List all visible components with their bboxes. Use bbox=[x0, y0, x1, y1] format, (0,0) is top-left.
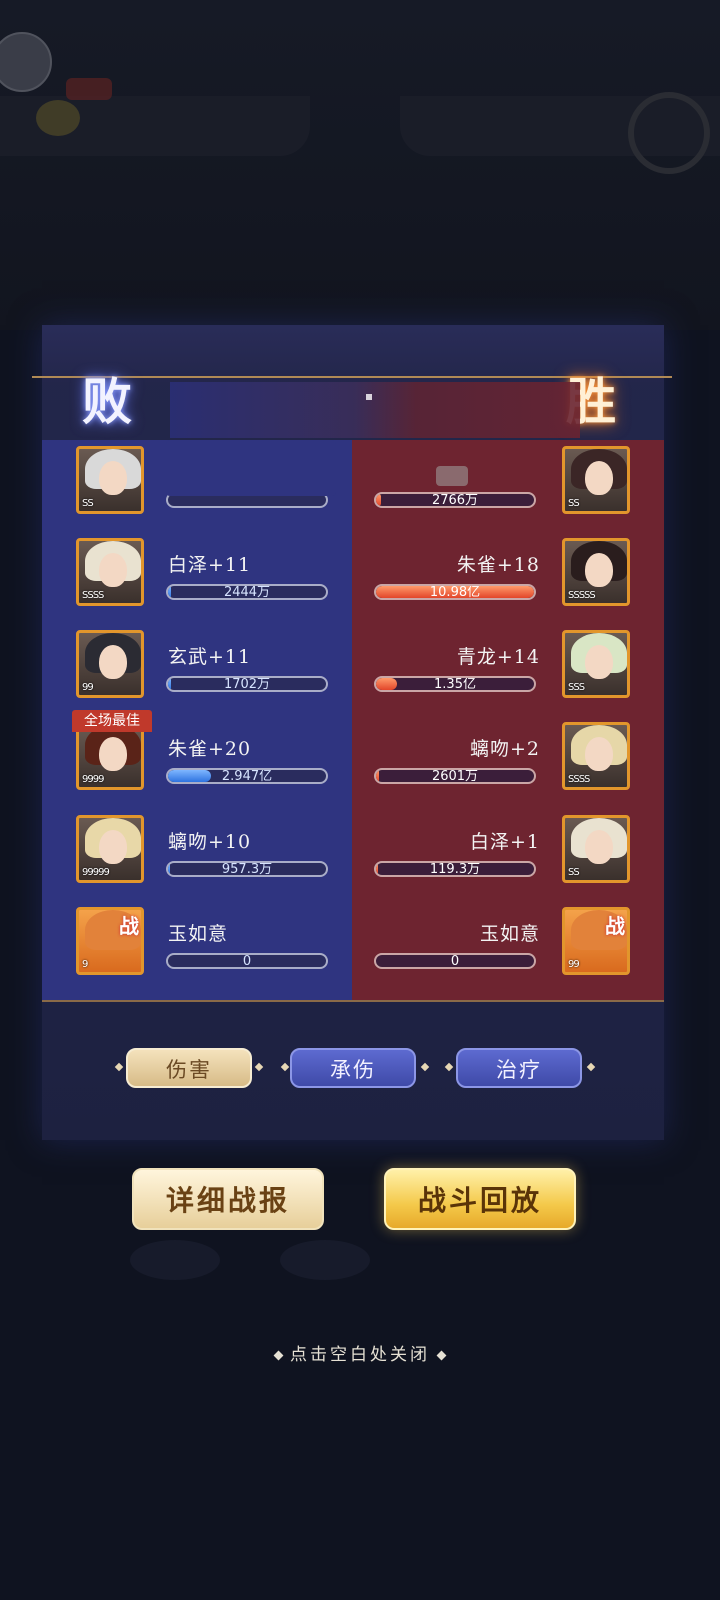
right-hero-name: 螭吻+2 bbox=[469, 738, 540, 760]
star-rank: SS bbox=[568, 867, 580, 878]
battle-item-badge: 战 bbox=[605, 914, 625, 938]
hero-face bbox=[585, 737, 613, 771]
right-damage-value: 0 bbox=[450, 954, 460, 969]
hero-face bbox=[99, 830, 127, 864]
right-damage-bar: 2766万 bbox=[374, 492, 536, 508]
left-hero-portrait[interactable]: 9999 bbox=[76, 722, 144, 790]
left-damage-value: 957.3万 bbox=[221, 862, 273, 877]
star-rank: 99 bbox=[82, 682, 94, 693]
hero-face bbox=[99, 645, 127, 679]
right-hero-name: 朱雀+18 bbox=[456, 554, 540, 576]
right-hero-portrait[interactable]: SSS bbox=[562, 630, 630, 698]
left-hero-name: 玄武+11 bbox=[168, 646, 252, 668]
right-hero-portrait[interactable]: SS bbox=[562, 815, 630, 883]
right-damage-value: 10.98亿 bbox=[429, 585, 481, 600]
star-rank: SS bbox=[82, 498, 94, 509]
mvp-badge: 全场最佳 bbox=[72, 710, 152, 732]
hero-face bbox=[585, 461, 613, 495]
right-hero-portrait[interactable]: SSSS bbox=[562, 722, 630, 790]
detailed-report-button[interactable]: 详细战报 bbox=[132, 1168, 324, 1230]
hero-face bbox=[99, 553, 127, 587]
left-hero-name: 玉如意 bbox=[168, 923, 229, 945]
left-damage-bar: 0 bbox=[166, 953, 328, 969]
star-rank: SS bbox=[568, 498, 580, 509]
tab-damage[interactable]: 伤害 bbox=[126, 1048, 252, 1088]
left-hero-portrait[interactable]: 99 bbox=[76, 630, 144, 698]
hero-face bbox=[585, 830, 613, 864]
right-hero-name: 青龙+14 bbox=[456, 646, 540, 668]
left-damage-bar: 2444万 bbox=[166, 584, 328, 600]
star-rank: 9 bbox=[82, 959, 88, 970]
right-damage-value: 2601万 bbox=[431, 769, 479, 784]
right-damage-bar: 0 bbox=[374, 953, 536, 969]
left-hero-portrait[interactable]: 99999 bbox=[76, 815, 144, 883]
tab-healing[interactable]: 治疗 bbox=[456, 1048, 582, 1088]
right-damage-bar: 1.35亿 bbox=[374, 676, 536, 692]
hero-face bbox=[585, 553, 613, 587]
left-damage-value: 2.947亿 bbox=[221, 769, 273, 784]
star-rank: SSSS bbox=[568, 774, 590, 785]
left-damage-bar: 1702万 bbox=[166, 676, 328, 692]
left-hero-name: 白泽+11 bbox=[168, 554, 252, 576]
background-badge bbox=[36, 100, 80, 136]
diamond-icon bbox=[273, 1350, 284, 1361]
right-damage-bar: 10.98亿 bbox=[374, 584, 536, 600]
censor-block bbox=[436, 466, 468, 486]
background-tag bbox=[66, 78, 112, 100]
panel-bottom-divider bbox=[42, 1000, 664, 1002]
close-hint[interactable]: 点击空白处关闭 bbox=[0, 1340, 720, 1365]
star-rank: SSSS bbox=[82, 590, 104, 601]
right-hero-portrait[interactable]: SS bbox=[562, 446, 630, 514]
background-shape bbox=[130, 1240, 220, 1280]
left-hero-portrait[interactable]: SS bbox=[76, 446, 144, 514]
star-rank: SSS bbox=[568, 682, 585, 693]
player-names-censored bbox=[170, 382, 580, 438]
background-shape bbox=[280, 1240, 370, 1280]
left-damage-value: 1702万 bbox=[223, 677, 271, 692]
hero-face bbox=[99, 737, 127, 771]
battle-item-badge: 战 bbox=[119, 914, 139, 938]
right-damage-value: 119.3万 bbox=[429, 862, 481, 877]
hero-face bbox=[585, 645, 613, 679]
star-rank: 99 bbox=[568, 959, 580, 970]
left-damage-bar: 2.947亿 bbox=[166, 768, 328, 784]
close-hint-text: 点击空白处关闭 bbox=[290, 1345, 430, 1365]
tab-damage-taken[interactable]: 承伤 bbox=[290, 1048, 416, 1088]
right-damage-value: 2766万 bbox=[431, 493, 479, 508]
left-hero-name: 螭吻+10 bbox=[168, 831, 252, 853]
right-hero-name: 白泽+1 bbox=[469, 831, 540, 853]
background-scene bbox=[0, 0, 720, 330]
left-hero-name: 朱雀+20 bbox=[168, 738, 252, 760]
defeat-label: 败 bbox=[82, 372, 132, 431]
diamond-icon bbox=[436, 1350, 447, 1361]
right-hero-portrait[interactable]: 99 战 bbox=[562, 907, 630, 975]
right-hero-name: 玉如意 bbox=[479, 923, 540, 945]
right-damage-value: 1.35亿 bbox=[434, 677, 476, 692]
censor-block bbox=[166, 440, 336, 496]
battle-replay-button[interactable]: 战斗回放 bbox=[384, 1168, 576, 1230]
right-damage-bar: 119.3万 bbox=[374, 861, 536, 877]
star-rank: 9999 bbox=[82, 774, 104, 785]
star-rank: 99999 bbox=[82, 867, 110, 878]
left-damage-bar: 957.3万 bbox=[166, 861, 328, 877]
left-damage-value: 0 bbox=[242, 954, 252, 969]
right-damage-bar: 2601万 bbox=[374, 768, 536, 784]
censor-dot bbox=[366, 394, 372, 400]
background-ring bbox=[628, 92, 710, 174]
left-hero-portrait[interactable]: 9战 bbox=[76, 907, 144, 975]
hero-face bbox=[99, 461, 127, 495]
right-hero-portrait[interactable]: SSSSS bbox=[562, 538, 630, 606]
left-hero-portrait[interactable]: SSSS bbox=[76, 538, 144, 606]
left-damage-value: 2444万 bbox=[223, 585, 271, 600]
star-rank: SSSSS bbox=[568, 590, 596, 601]
